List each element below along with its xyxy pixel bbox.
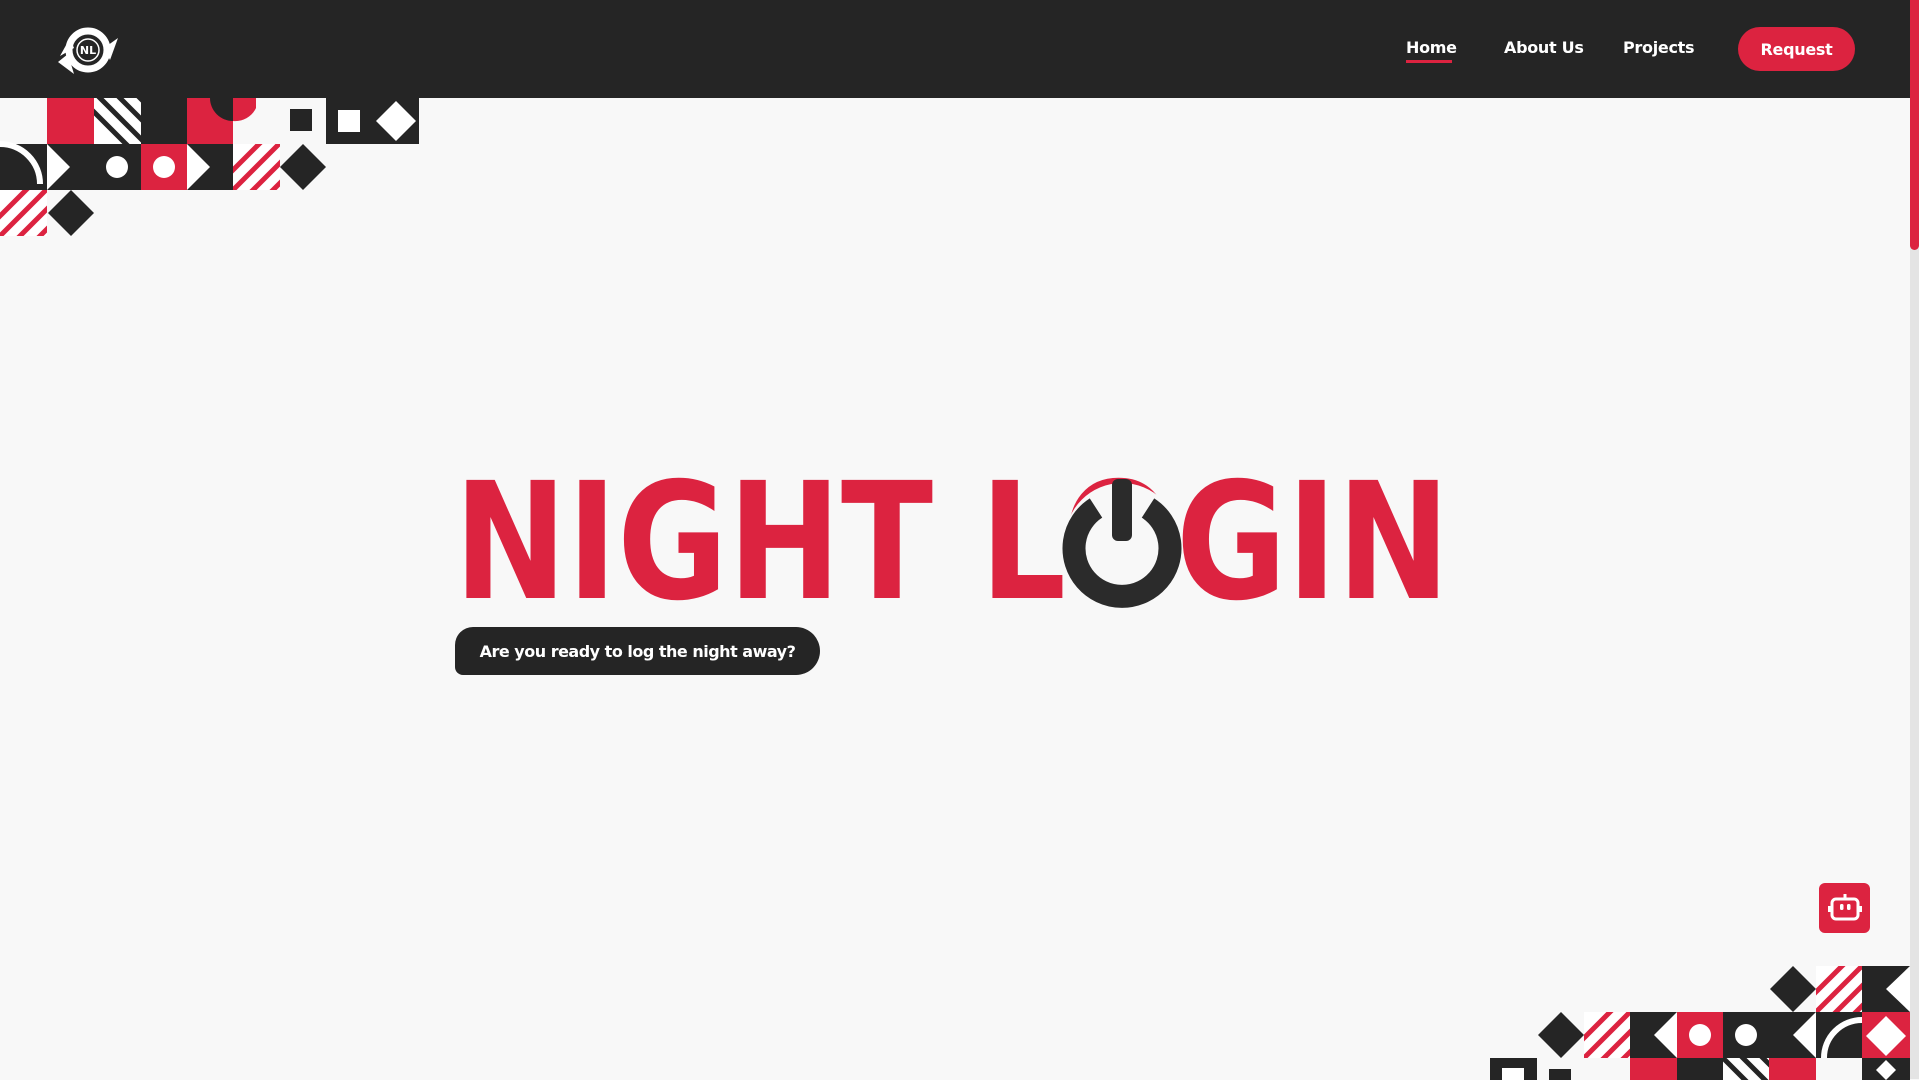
logo-text: NL: [80, 44, 96, 57]
decorative-pattern-bottom-right: [1490, 966, 1910, 1080]
active-indicator: [1406, 60, 1452, 63]
tagline: Are you ready to log the night away?: [455, 627, 820, 675]
decorative-pattern-top-left: [0, 98, 419, 236]
chatbot-button[interactable]: [1819, 883, 1870, 933]
nav-link-home[interactable]: Home: [1406, 38, 1457, 57]
scrollbar-thumb[interactable]: [1910, 0, 1919, 250]
request-button[interactable]: Request: [1738, 27, 1855, 71]
nav-link-about-us[interactable]: About Us: [1504, 38, 1584, 57]
navbar: NL Home About Us Projects Request: [0, 0, 1910, 98]
nav-link-projects[interactable]: Projects: [1623, 38, 1695, 57]
hero-title-text: NIGHT LOGIN: [454, 462, 1450, 612]
hero-title: NIGHT LOGIN: [454, 462, 1450, 612]
logo[interactable]: NL: [54, 18, 124, 80]
robot-icon: [1827, 894, 1862, 921]
